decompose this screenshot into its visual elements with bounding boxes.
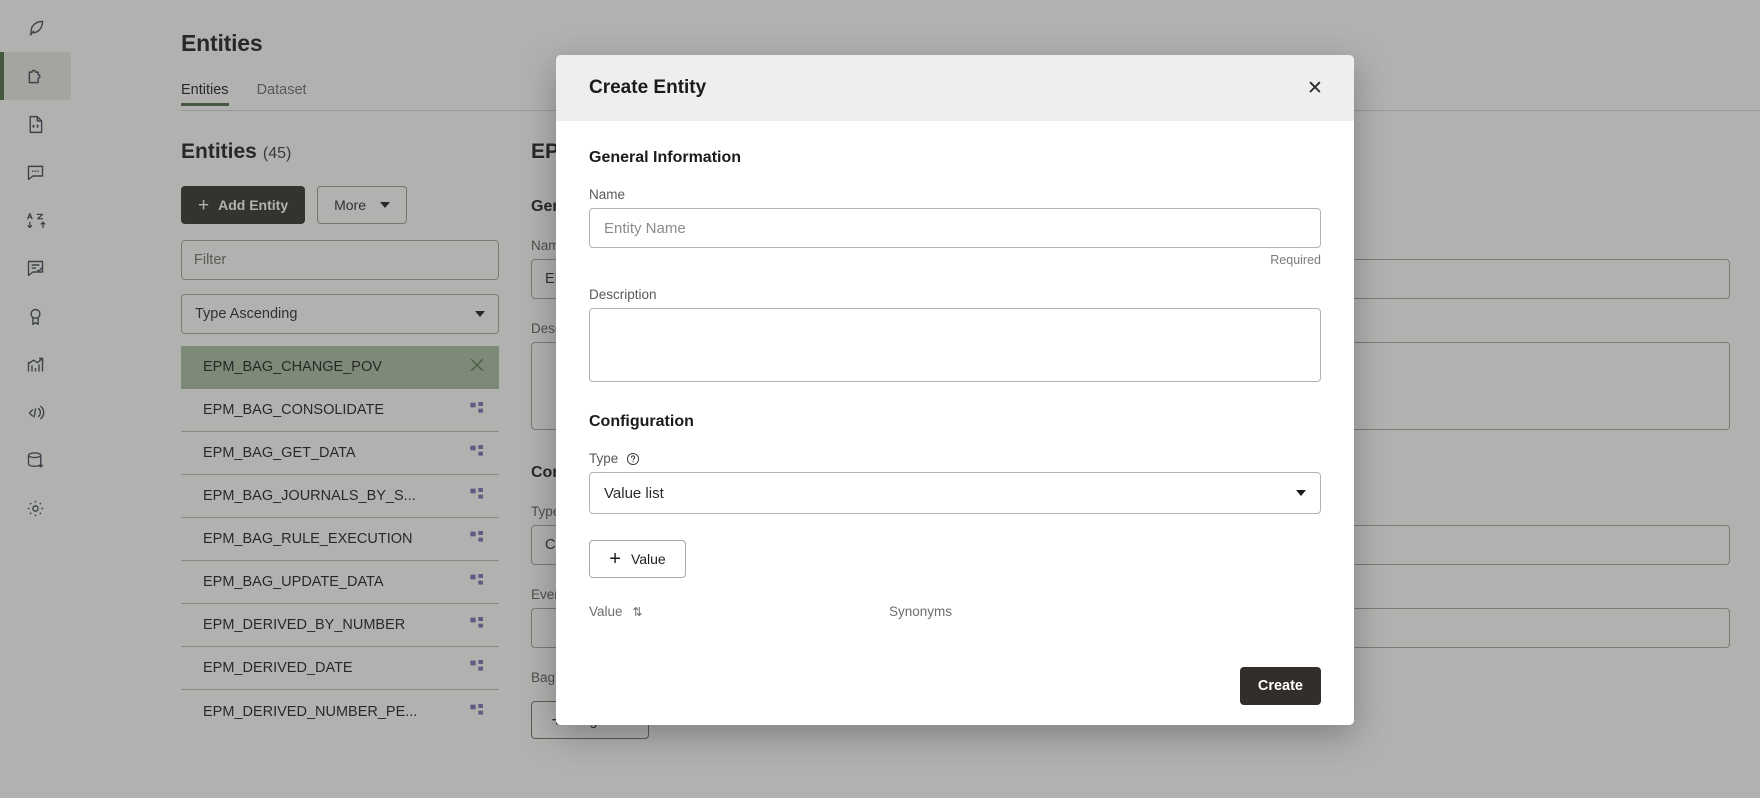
dialog-configuration-heading: Configuration (589, 413, 1321, 431)
dialog-type-label: Type (589, 451, 618, 466)
column-header-value[interactable]: Value ⇅ (589, 604, 889, 619)
dialog-footer: Create (556, 647, 1354, 725)
entity-name-input[interactable] (589, 208, 1321, 248)
dialog-general-heading: General Information (589, 149, 1321, 167)
help-circle-icon[interactable] (626, 452, 640, 466)
chevron-down-icon (1296, 490, 1306, 496)
name-required-hint: Required (589, 253, 1321, 267)
entity-type-select[interactable]: Value list (589, 472, 1321, 514)
dialog-description-label: Description (589, 287, 1321, 302)
dialog-name-label: Name (589, 187, 1321, 202)
create-button[interactable]: Create (1240, 667, 1321, 705)
column-header-value-label: Value (589, 604, 623, 619)
values-table-header: Value ⇅ Synonyms (589, 604, 1321, 619)
entity-type-value: Value list (604, 485, 664, 502)
create-entity-dialog: Create Entity ✕ General Information Name… (556, 55, 1354, 725)
add-value-label: Value (631, 551, 666, 567)
close-icon[interactable]: ✕ (1298, 71, 1332, 105)
sort-updown-icon: ⇅ (633, 605, 643, 619)
dialog-header: Create Entity ✕ (556, 55, 1354, 121)
column-header-synonyms-label: Synonyms (889, 604, 952, 619)
add-value-button[interactable]: + Value (589, 540, 686, 578)
dialog-body: General Information Name Required Descri… (556, 121, 1354, 647)
dialog-type-label-row: Type (589, 451, 1321, 466)
plus-icon: + (609, 549, 621, 569)
entity-description-input[interactable] (589, 308, 1321, 382)
dialog-title: Create Entity (589, 77, 706, 99)
column-header-synonyms[interactable]: Synonyms (889, 604, 952, 619)
